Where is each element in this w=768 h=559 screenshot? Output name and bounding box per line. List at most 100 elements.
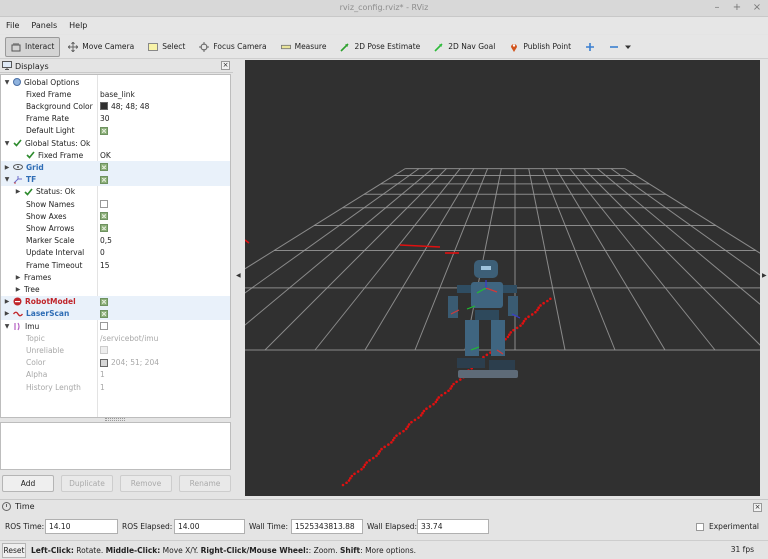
expand-down-icon[interactable]: ▼ [4,176,10,183]
tool-focus-camera[interactable]: Focus Camera [193,37,272,57]
maximize-icon[interactable]: + [732,1,742,15]
time-close-icon[interactable]: × [753,503,762,512]
tool-publish-point[interactable]: Publish Point [503,37,577,57]
tree-row[interactable]: History Length 1 [1,381,230,393]
tree-row[interactable]: Show Axes [1,210,230,222]
experimental-checkbox[interactable] [696,522,704,531]
wall-time-field[interactable]: 1525343813.88 [291,519,363,534]
tree-row[interactable]: Show Arrows [1,222,230,234]
tree-checkbox[interactable] [100,126,108,135]
reset-button[interactable]: Reset [2,542,26,558]
tree-row-value[interactable] [100,126,108,135]
tree-row[interactable]: Frame Rate 30 [1,113,230,125]
menu-panels[interactable]: Panels [31,21,57,30]
minimize-icon[interactable]: – [712,1,722,15]
add-button[interactable]: Add [2,475,54,492]
3d-viewport[interactable] [245,60,760,496]
menu-help[interactable]: Help [69,21,87,30]
tree-row[interactable]: ▶ Tree [1,283,230,295]
expand-down-icon[interactable]: ▼ [4,79,10,86]
tree-checkbox[interactable] [100,175,108,184]
ros-elapsed-field[interactable]: 14.00 [174,519,245,534]
tree-row-value[interactable]: 1 [100,383,105,392]
tree-row[interactable]: ▼ Global Status: Ok [1,137,230,149]
expand-right-icon[interactable]: ▶ [4,298,10,305]
tree-row-value[interactable] [100,212,108,221]
expand-right-icon[interactable]: ▶ [4,164,10,171]
tree-row[interactable]: ▼ Imu [1,320,230,332]
tree-row[interactable]: Topic/servicebot/imu [1,332,230,344]
tree-row[interactable]: ▼ TF [1,173,230,186]
add-tool-button[interactable] [579,37,601,57]
remove-tool-menu[interactable] [603,37,639,57]
tree-row-value[interactable]: 0,5 [100,236,112,245]
tree-row[interactable]: Frame Timeout 15 [1,259,230,271]
collapse-right-icon[interactable]: ▶ [762,272,767,279]
tree-row-value[interactable] [100,175,108,184]
close-icon[interactable]: × [752,1,762,15]
tree-row[interactable]: Unreliable [1,344,230,356]
tool-select[interactable]: Select [142,37,191,57]
tree-row-value[interactable] [100,309,108,318]
tree-row[interactable]: ▶ Status: Ok [1,186,230,198]
expand-right-icon[interactable]: ▶ [4,310,10,317]
tree-checkbox[interactable] [100,297,108,306]
tree-row[interactable]: ▶ Grid [1,161,230,174]
tree-row[interactable]: ▶ Frames [1,271,230,283]
tree-row[interactable]: ▶ LaserScan [1,307,230,320]
tree-row[interactable]: Color 204; 51; 204 [1,357,230,369]
tree-row[interactable]: Fixed Frame OK [1,149,230,161]
tree-row-value[interactable]: 0 [100,248,105,257]
wall-elapsed-field[interactable]: 33.74 [417,519,489,534]
tool-measure[interactable]: Measure [275,37,333,57]
tree-row[interactable]: ▼ Global Options [1,76,230,88]
tree-row[interactable]: Show Names [1,198,230,210]
expand-right-icon[interactable]: ▶ [15,274,21,281]
expand-right-icon[interactable]: ▶ [15,286,21,293]
tree-row-value[interactable]: 15 [100,261,110,270]
tree-row-value[interactable]: 1 [100,370,105,379]
tree-row[interactable]: Fixed Frame base_link [1,88,230,100]
tree-row-value[interactable]: 48; 48; 48 [100,102,149,111]
tree-row[interactable]: ▶ RobotModel [1,295,230,308]
tree-row-value[interactable]: 204; 51; 204 [100,358,159,367]
tree-checkbox[interactable] [100,224,108,233]
tree-row[interactable]: Background Color 48; 48; 48 [1,100,230,112]
tree-row-value[interactable]: OK [100,151,111,160]
tree-row-value[interactable]: 30 [100,114,110,123]
tree-checkbox[interactable] [100,346,108,355]
ros-time-field[interactable]: 14.10 [45,519,118,534]
rename-button[interactable]: Rename [179,475,231,492]
panel-splitter[interactable] [105,418,125,421]
tree-row-value[interactable] [100,200,108,209]
tree-row-value[interactable] [100,297,108,306]
tree-row[interactable]: Marker Scale 0,5 [1,235,230,247]
tree-row-value[interactable]: base_link [100,90,135,99]
tree-row-value[interactable] [100,224,108,233]
tool-2d-pose-estimate[interactable]: 2D Pose Estimate [334,37,426,57]
tree-row-value[interactable]: /servicebot/imu [100,334,158,343]
tree-row[interactable]: Alpha 1 [1,369,230,381]
tree-row-value[interactable] [100,346,108,355]
duplicate-button[interactable]: Duplicate [61,475,113,492]
displays-tree[interactable]: ▼ Global Options Fixed Frame base_link Backg… [0,74,231,418]
tool-move-camera[interactable]: Move Camera [62,37,140,57]
tree-checkbox[interactable] [100,322,108,331]
expand-down-icon[interactable]: ▼ [4,140,10,147]
tool-2d-nav-goal[interactable]: 2D Nav Goal [428,37,501,57]
remove-button[interactable]: Remove [120,475,172,492]
menu-file[interactable]: File [6,21,19,30]
tool-interact[interactable]: Interact [5,36,61,57]
tree-checkbox[interactable] [100,309,108,318]
tree-row-value[interactable] [100,322,108,331]
scene-canvas[interactable] [245,60,760,496]
tree-checkbox[interactable] [100,200,108,209]
tree-checkbox[interactable] [100,163,108,172]
tree-row[interactable]: Default Light [1,125,230,137]
tree-row[interactable]: Update Interval 0 [1,247,230,259]
collapse-left-icon[interactable]: ◀ [236,272,241,279]
tree-checkbox[interactable] [100,212,108,221]
expand-down-icon[interactable]: ▼ [4,323,10,330]
tree-row-value[interactable] [100,163,108,172]
expand-right-icon[interactable]: ▶ [15,188,21,195]
